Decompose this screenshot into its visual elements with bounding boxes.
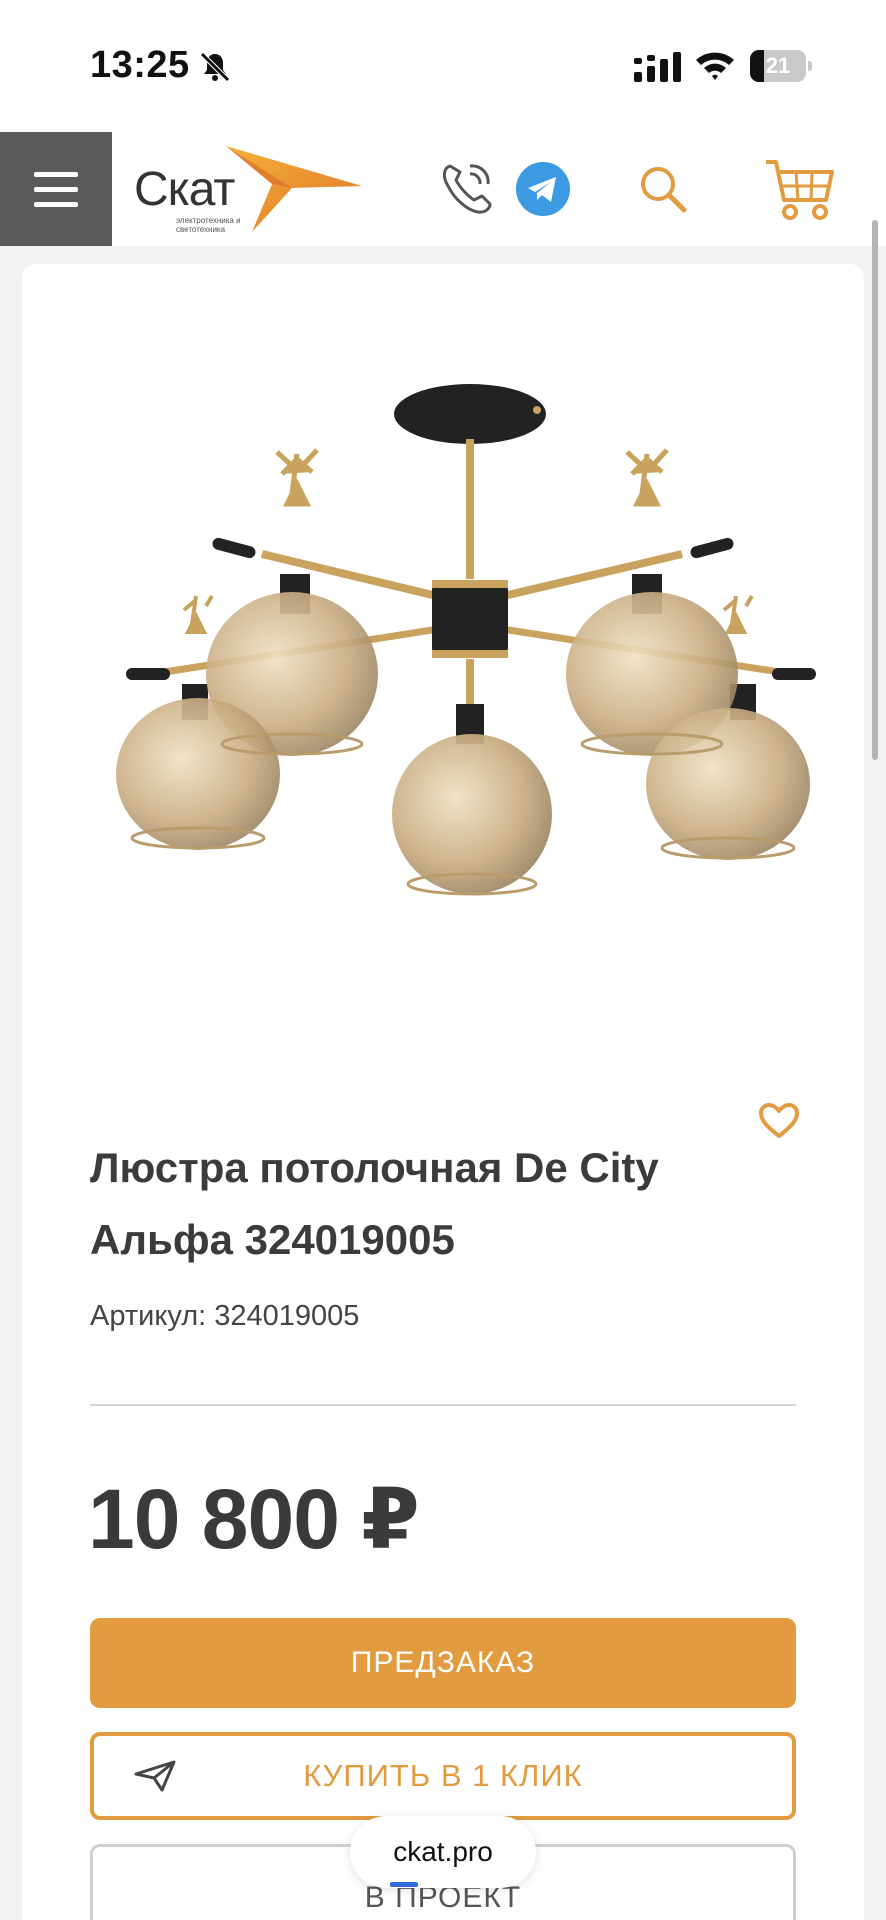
- buy-one-click-button[interactable]: КУПИТЬ В 1 КЛИК: [90, 1732, 796, 1820]
- status-bar: 13:25 21: [0, 0, 886, 132]
- product-card: Люстра потолочная De City Альфа 32401900…: [22, 264, 864, 1920]
- status-time: 13:25: [90, 44, 190, 86]
- product-sku: Артикул: 324019005: [90, 1300, 360, 1332]
- menu-button[interactable]: [0, 132, 112, 246]
- battery-level: 21: [765, 53, 791, 78]
- product-title: Люстра потолочная De City Альфа 32401900…: [90, 1144, 659, 1263]
- page-load-progress: [390, 1882, 418, 1887]
- product-price: 10 800 ₽: [88, 1472, 420, 1566]
- wifi-icon: [696, 52, 734, 80]
- logo-name: Скат: [134, 163, 235, 216]
- buy-one-click-label: КУПИТЬ В 1 КЛИК: [303, 1758, 583, 1793]
- divider: [90, 1404, 796, 1406]
- signal-icon: [634, 52, 681, 82]
- preorder-button[interactable]: ПРЕДЗАКАЗ: [90, 1618, 796, 1708]
- site-header: Скат электротехника и светотехника: [0, 132, 886, 246]
- bell-muted-icon: [200, 52, 230, 82]
- browser-url-pill[interactable]: ckat.pro: [350, 1816, 536, 1888]
- product-image[interactable]: [92, 364, 832, 924]
- scrollbar[interactable]: [872, 220, 878, 760]
- cart-icon[interactable]: [764, 156, 836, 222]
- paper-plane-icon: [134, 1760, 176, 1792]
- logo[interactable]: Скат электротехника и светотехника: [134, 144, 364, 236]
- battery-icon: 21: [750, 50, 812, 82]
- logo-subtitle: электротехника и светотехника: [176, 216, 241, 234]
- search-icon[interactable]: [638, 164, 688, 214]
- menu-icon: [34, 172, 78, 177]
- favorite-heart-icon[interactable]: [758, 1102, 800, 1140]
- telegram-icon[interactable]: [516, 162, 570, 216]
- phone-icon[interactable]: [440, 160, 494, 216]
